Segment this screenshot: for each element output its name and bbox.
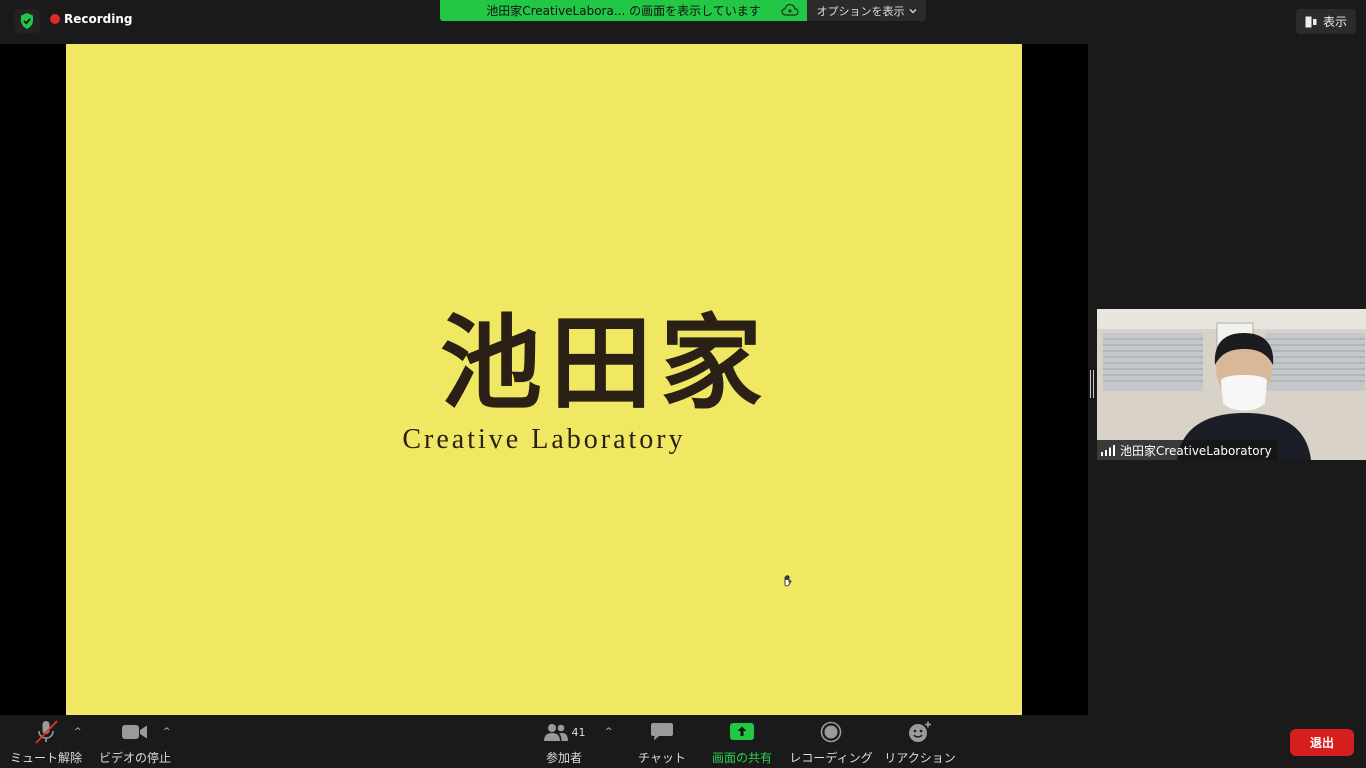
chevron-down-icon (909, 8, 916, 13)
stop-video-button[interactable]: ビデオの停止 (96, 715, 174, 768)
recording-label: Recording (64, 12, 133, 26)
reaction-icon (909, 721, 931, 742)
chat-bubble-icon (651, 723, 673, 741)
record-dot-icon (50, 14, 60, 24)
security-button[interactable] (14, 9, 40, 33)
participant-video-image (1097, 309, 1366, 460)
view-button[interactable]: 表示 (1296, 9, 1356, 34)
unmute-label: ミュート解除 (9, 751, 82, 765)
participants-label: 参加者 (545, 751, 582, 765)
participant-video-tile[interactable]: 池田家CreativeLaboratory (1097, 309, 1366, 460)
participants-icon (543, 724, 568, 741)
participants-count: 41 (571, 725, 586, 739)
share-screen-icon (730, 723, 754, 740)
shared-slide: 池田家 Creative Laboratory (66, 44, 1022, 715)
chat-label: チャット (638, 751, 686, 765)
record-button[interactable]: レコーディング (788, 715, 874, 768)
options-label: オプションを表示 (816, 4, 905, 18)
hand-cursor-icon (784, 575, 792, 587)
signal-bars-icon (1101, 444, 1115, 456)
stop-video-label: ビデオの停止 (98, 751, 171, 765)
meeting-toolbar: ミュート解除 ^ ビデオの停止 ^ 41 参加者 ^ チャット 画面の共有 レコ… (0, 715, 1366, 768)
share-screen-label: 画面の共有 (711, 751, 772, 765)
participants-options-caret[interactable]: ^ (605, 727, 613, 737)
audio-options-caret[interactable]: ^ (74, 727, 82, 737)
video-camera-icon (122, 725, 147, 739)
leave-button[interactable]: 退出 (1290, 729, 1354, 756)
muted-mic-icon (35, 720, 58, 744)
reactions-label: リアクション (884, 751, 956, 765)
record-label: レコーディング (789, 751, 873, 765)
logo-kanji: 池田家 (440, 304, 770, 424)
logo-subtitle: Creative Laboratory (402, 424, 686, 455)
unmute-button[interactable]: ミュート解除 (6, 715, 86, 768)
participant-name-tag: 池田家CreativeLaboratory (1097, 440, 1278, 460)
cloud-icon (781, 3, 799, 16)
view-label: 表示 (1322, 15, 1347, 29)
chat-button[interactable]: チャット (632, 715, 692, 768)
participants-button[interactable]: 41 参加者 (534, 715, 594, 768)
record-icon (820, 721, 842, 743)
recording-indicator[interactable]: Recording (50, 12, 133, 26)
share-screen-button[interactable]: 画面の共有 (708, 715, 776, 768)
share-banner: 池田家CreativeLabora... の画面を表示しています (440, 0, 807, 21)
participant-name: 池田家CreativeLaboratory (1120, 443, 1272, 458)
video-options-caret[interactable]: ^ (163, 727, 171, 737)
panel-resize-handle[interactable] (1090, 370, 1094, 398)
reactions-button[interactable]: リアクション (882, 715, 958, 768)
shared-screen-area[interactable]: 池田家 Creative Laboratory (0, 44, 1088, 715)
top-bar: Recording 池田家CreativeLabora... の画面を表示してい… (0, 0, 1366, 44)
zoom-meeting-window: Recording 池田家CreativeLabora... の画面を表示してい… (0, 0, 1366, 768)
view-options-button[interactable]: オプションを表示 (807, 0, 926, 21)
share-banner-text: 池田家CreativeLabora... の画面を表示しています (486, 4, 761, 18)
shield-check-icon (21, 13, 33, 29)
view-layout-icon (1305, 16, 1317, 27)
